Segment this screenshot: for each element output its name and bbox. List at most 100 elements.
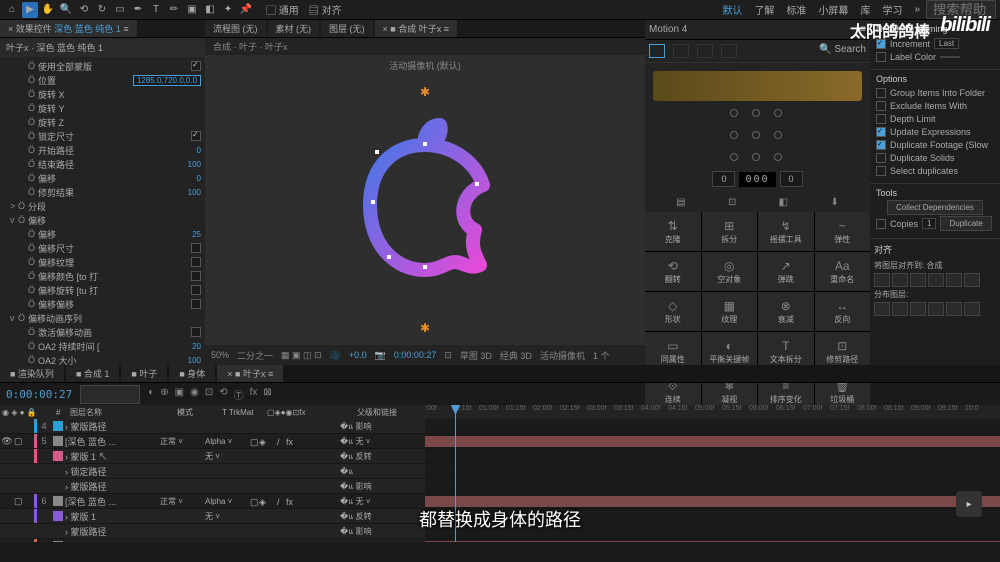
timeline-tab[interactable]: ■ 合成 1 bbox=[66, 365, 119, 382]
motion-icon-c[interactable]: ◧ bbox=[779, 197, 788, 208]
comp-tab[interactable]: × ■ 合成 叶子x ≡ bbox=[375, 20, 457, 37]
layer-row[interactable]: 4› 蒙版路径 �แ 影响 bbox=[0, 419, 425, 434]
hand-tool-icon[interactable]: ✋ bbox=[40, 2, 56, 18]
property-row[interactable]: Ö激活偏移动画 bbox=[4, 325, 201, 339]
property-row[interactable]: Ö偏移0 bbox=[4, 171, 201, 185]
workspace-default[interactable]: 默认 bbox=[722, 2, 742, 17]
bilibili-float-button[interactable]: ▸ bbox=[956, 491, 982, 517]
viewer-canvas[interactable]: 活动摄像机 (默认) ✱ ✱ bbox=[205, 55, 645, 345]
option-row[interactable]: Update Expressions bbox=[876, 127, 994, 137]
dist-4[interactable] bbox=[928, 302, 944, 316]
motion-tool-形状[interactable]: ◇形状 bbox=[645, 292, 701, 331]
property-row[interactable]: Ö位置1285.0,720.0,0.0 bbox=[4, 73, 201, 87]
tl-icon-9[interactable]: ⊠ bbox=[263, 387, 271, 402]
snapshot-icon[interactable]: 📷 bbox=[375, 350, 386, 361]
layer-row[interactable]: › 蒙版 1 无 ˅�แ 反转 bbox=[0, 509, 425, 524]
property-row[interactable]: Ö修剪结果100 bbox=[4, 185, 201, 199]
counter-right[interactable]: 0 bbox=[780, 171, 803, 187]
home-icon[interactable]: ⌂ bbox=[4, 2, 20, 18]
option-row[interactable]: Select duplicates bbox=[876, 166, 994, 176]
motion-tool-克隆[interactable]: ⇅克隆 bbox=[645, 212, 701, 251]
property-row[interactable]: ÖOA2 持续时间 [20 bbox=[4, 339, 201, 353]
flowchart-tab[interactable]: 流程图 (无) bbox=[205, 20, 266, 37]
option-row[interactable]: Duplicate Solids bbox=[876, 153, 994, 163]
duplicate-button[interactable]: Duplicate bbox=[940, 216, 991, 231]
tl-icon-8[interactable]: fx bbox=[250, 387, 258, 402]
zoom-dropdown[interactable]: 50% bbox=[211, 350, 229, 360]
text-tool-icon[interactable]: T bbox=[148, 2, 164, 18]
effect-controls-tab[interactable]: × 效果控件 深色 蓝色 纯色 1 ≡ bbox=[0, 20, 137, 37]
motion-tool-弹跳[interactable]: ↗弹跳 bbox=[758, 252, 814, 291]
track[interactable] bbox=[425, 479, 1000, 494]
align-right[interactable] bbox=[910, 273, 926, 287]
property-row[interactable]: Ö结束路径100 bbox=[4, 157, 201, 171]
track[interactable] bbox=[425, 434, 1000, 449]
tl-icon-6[interactable]: ⟲ bbox=[219, 387, 227, 402]
layer-row[interactable]: 👁▢7[深色 蓝色 ...正常 ˅Alpha ˅▢◈/fx�แ 无 ˅ bbox=[0, 539, 425, 542]
motion-tool-反向[interactable]: ↔反向 bbox=[815, 292, 871, 331]
property-row[interactable]: Ö偏移25 bbox=[4, 227, 201, 241]
orbit-tool-icon[interactable]: ⟲ bbox=[76, 2, 92, 18]
timeline-search-input[interactable] bbox=[80, 385, 140, 404]
timeline-tab[interactable]: ■ 叶子 bbox=[121, 365, 167, 382]
eraser-tool-icon[interactable]: ◧ bbox=[202, 2, 218, 18]
roto-tool-icon[interactable]: ✦ bbox=[220, 2, 236, 18]
property-row[interactable]: vÖ偏移动画序列 bbox=[4, 311, 201, 325]
timeline-tab[interactable]: × ■ 叶子x ≡ bbox=[217, 365, 283, 382]
layer-row[interactable]: 👁▢5[深色 蓝色 ...正常 ˅Alpha ˅▢◈/fx�แ 无 ˅ bbox=[0, 434, 425, 449]
track[interactable] bbox=[425, 539, 1000, 542]
motion-tool-空对象[interactable]: ◎空对象 bbox=[702, 252, 758, 291]
rotate-tool-icon[interactable]: ↻ bbox=[94, 2, 110, 18]
workspace-study[interactable]: 学习 bbox=[882, 2, 902, 17]
current-timecode[interactable]: 0:00:00:27 bbox=[6, 388, 72, 401]
grid-icon[interactable]: ▦ ▣ ◫ ⊡ bbox=[281, 350, 322, 361]
channels-icon[interactable]: 🌑 bbox=[330, 350, 341, 361]
motion-tool-翻转[interactable]: ⟲翻转 bbox=[645, 252, 701, 291]
3d-draft-dropdown[interactable]: 草图 3D bbox=[460, 349, 492, 362]
property-row[interactable]: Ö旋转 Y bbox=[4, 101, 201, 115]
camera-dropdown[interactable]: 活动摄像机 bbox=[540, 349, 585, 362]
workspace-standard[interactable]: 标准 bbox=[786, 2, 806, 17]
property-row[interactable]: >Ö分段 bbox=[4, 199, 201, 213]
dist-1[interactable] bbox=[874, 302, 890, 316]
puppet-tool-icon[interactable]: 📌 bbox=[238, 2, 254, 18]
property-row[interactable]: Ö偏移纹理 bbox=[4, 255, 201, 269]
motion-search[interactable]: 🔍 Search bbox=[819, 44, 866, 58]
camera-tool-icon[interactable]: ▭ bbox=[112, 2, 128, 18]
collect-deps-button[interactable]: Collect Dependencies bbox=[887, 200, 983, 215]
motion-mode-3[interactable] bbox=[697, 44, 713, 58]
increment-select[interactable]: Last bbox=[934, 38, 959, 49]
motion-icon-a[interactable]: ▤ bbox=[676, 197, 685, 208]
timeline-tab[interactable]: ■ 身体 bbox=[169, 365, 215, 382]
motion-tool-摇摆工具[interactable]: ↯摇摆工具 bbox=[758, 212, 814, 251]
property-row[interactable]: Ö锁定尺寸 bbox=[4, 129, 201, 143]
property-row[interactable]: Ö偏移偏移 bbox=[4, 297, 201, 311]
pen-tool-icon[interactable]: ✒ bbox=[130, 2, 146, 18]
tl-icon-7[interactable]: Ⓣ bbox=[234, 387, 244, 402]
align-top[interactable] bbox=[928, 273, 944, 287]
property-row[interactable]: Ö偏移颜色 [to 打 bbox=[4, 269, 201, 283]
layer-row[interactable]: › 蒙版路径 �แ 影响 bbox=[0, 524, 425, 539]
motion-icon-b[interactable]: ⊡ bbox=[728, 197, 736, 208]
align-left[interactable] bbox=[874, 273, 890, 287]
comp-breadcrumb[interactable]: 合成 · 叶子 · 叶子x bbox=[205, 38, 645, 55]
track[interactable] bbox=[425, 464, 1000, 479]
3d-renderer-dropdown[interactable]: 经典 3D bbox=[500, 349, 532, 362]
selection-tool-icon[interactable]: ▶ bbox=[22, 2, 38, 18]
copies-checkbox[interactable] bbox=[876, 219, 886, 229]
property-row[interactable]: Ö旋转 Z bbox=[4, 115, 201, 129]
render-icon[interactable]: ⊡ bbox=[444, 350, 452, 361]
motion-mode-1[interactable] bbox=[649, 44, 665, 58]
workspace-lib[interactable]: 库 bbox=[860, 2, 870, 17]
option-row[interactable]: Exclude Items With bbox=[876, 101, 994, 111]
tl-icon-2[interactable]: ⊕ bbox=[160, 387, 168, 402]
align-bottom[interactable] bbox=[964, 273, 980, 287]
dist-6[interactable] bbox=[964, 302, 980, 316]
tl-icon-4[interactable]: ◉ bbox=[190, 387, 199, 402]
property-row[interactable]: Ö使用全部蒙版 bbox=[4, 59, 201, 73]
property-row[interactable]: ÖOA2 大小100 bbox=[4, 353, 201, 365]
views-dropdown[interactable]: 1 个 bbox=[593, 349, 610, 362]
layer-tab[interactable]: 图层 (无) bbox=[321, 20, 373, 37]
workspace-learn[interactable]: 了解 bbox=[754, 2, 774, 17]
counter-left[interactable]: 0 bbox=[712, 171, 735, 187]
